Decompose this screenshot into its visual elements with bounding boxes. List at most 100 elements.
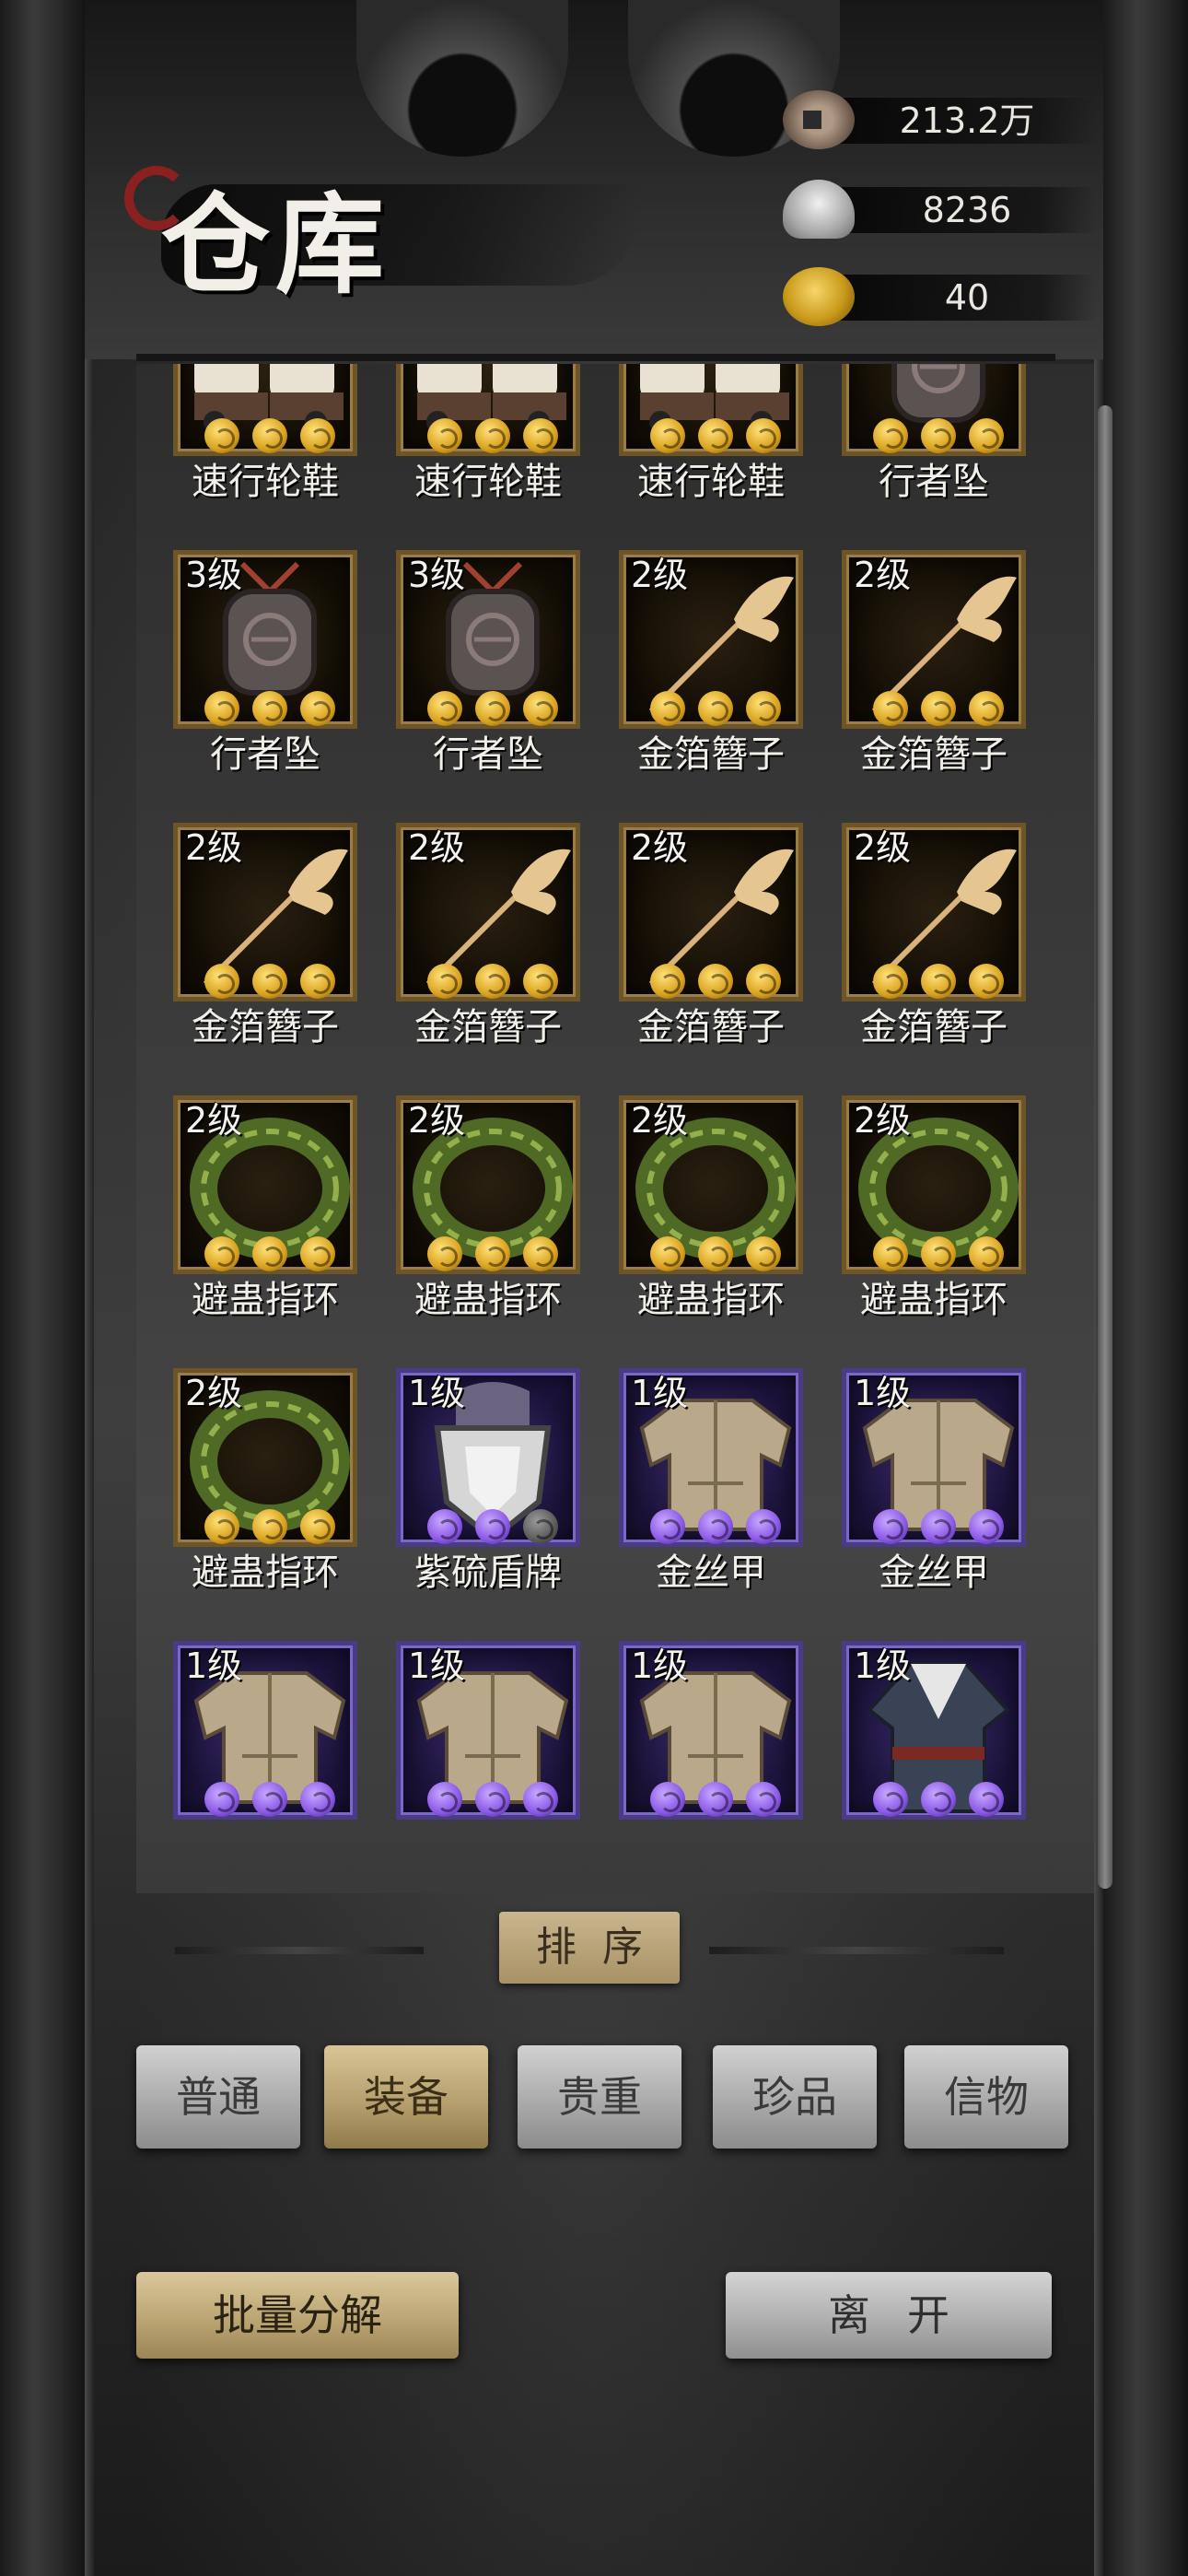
star-icon (873, 964, 908, 999)
star-icon (300, 1509, 335, 1544)
scrollbar[interactable] (1098, 405, 1112, 1889)
inventory-item[interactable]: 2级 避蛊指环 (173, 1368, 376, 1639)
item-stars (178, 1236, 362, 1277)
item-frame: 2级 (173, 823, 357, 1001)
item-stars (401, 691, 585, 732)
item-stars (623, 964, 808, 1004)
item-frame: 1级 (173, 1641, 357, 1820)
item-frame: 2级 (396, 1095, 580, 1274)
item-frame: 2级 (842, 823, 1026, 1001)
left-pillar (0, 0, 85, 2576)
inventory-item[interactable]: 2级速行轮鞋 (173, 364, 376, 548)
page-title: 仓库 (161, 181, 390, 309)
star-icon (252, 1509, 287, 1544)
tab-equipment[interactable]: 装备 (324, 2045, 488, 2149)
star-icon (746, 691, 781, 726)
item-stars (401, 1509, 585, 1550)
tab-valuables[interactable]: 贵重 (518, 2045, 681, 2149)
item-name: 金箔簪子 (860, 1006, 1007, 1048)
star-icon (698, 691, 733, 726)
tab-normal[interactable]: 普通 (136, 2045, 300, 2149)
star-icon (698, 418, 733, 453)
star-icon (427, 1236, 462, 1271)
title-area: 仓库 (124, 157, 640, 309)
item-stars (846, 418, 1031, 459)
item-frame: 2级 (619, 550, 803, 729)
inventory-item[interactable]: 3级行者坠 (173, 550, 376, 821)
item-level: 1级 (185, 1645, 243, 1686)
inventory-item[interactable]: 2级速行轮鞋 (396, 364, 599, 548)
divider-line (175, 1947, 424, 1954)
inventory-item[interactable]: 2级金箔簪子 (842, 823, 1044, 1094)
sort-row: 排序 (175, 1912, 1004, 1985)
inventory-item[interactable]: 2级 避蛊指环 (842, 1095, 1044, 1366)
inventory-item[interactable]: 3级行者坠 (396, 550, 599, 821)
scrollbar-thumb[interactable] (1098, 405, 1112, 1889)
item-name: 行者坠 (433, 733, 543, 776)
star-icon (650, 964, 685, 999)
star-icon (252, 1236, 287, 1271)
item-level: 3级 (408, 555, 466, 595)
star-icon (746, 964, 781, 999)
item-stars (401, 1782, 585, 1822)
inventory-item[interactable]: 3级行者坠 (842, 364, 1044, 548)
star-icon (475, 964, 510, 999)
star-icon (204, 1782, 239, 1817)
item-level: 2级 (408, 827, 466, 868)
item-stars (623, 418, 808, 459)
item-name: 避蛊指环 (192, 1279, 339, 1321)
inventory-item[interactable]: 1级 (173, 1641, 376, 1875)
currency-silver: 8236 (783, 180, 1096, 239)
item-stars (178, 691, 362, 732)
item-stars (623, 1509, 808, 1550)
star-icon (650, 1509, 685, 1544)
inventory-item[interactable]: 2级速行轮鞋 (619, 364, 821, 548)
currency-gold: 40 (783, 267, 1096, 326)
inventory-item[interactable]: 1级 (396, 1641, 599, 1875)
item-level: 2级 (185, 1373, 243, 1413)
item-name: 金丝甲 (656, 1551, 766, 1594)
star-icon (300, 1782, 335, 1817)
inventory-item[interactable]: 1级 金丝甲 (842, 1368, 1044, 1639)
item-stars (401, 1236, 585, 1277)
currency-value: 8236 (922, 190, 1012, 230)
inventory-item[interactable]: 1级 (842, 1641, 1044, 1875)
leave-button[interactable]: 离开 (726, 2272, 1052, 2359)
right-pillar (1103, 0, 1188, 2576)
inventory-item[interactable]: 2级金箔簪子 (173, 823, 376, 1094)
sort-button[interactable]: 排序 (499, 1912, 680, 1984)
inventory-item[interactable]: 2级 避蛊指环 (173, 1095, 376, 1366)
star-icon (475, 1509, 510, 1544)
star-icon (300, 964, 335, 999)
star-icon (523, 1236, 558, 1271)
inventory-item[interactable]: 1级 (619, 1641, 821, 1875)
inventory-item[interactable]: 2级 避蛊指环 (619, 1095, 821, 1366)
inventory-item[interactable]: 2级 金箔簪子 (619, 823, 821, 1094)
star-icon (698, 1509, 733, 1544)
star-icon (204, 1236, 239, 1271)
tab-tokens[interactable]: 信物 (904, 2045, 1068, 2149)
batch-decompose-button[interactable]: 批量分解 (136, 2272, 459, 2359)
inventory-item[interactable]: 1级 紫硫盾牌 (396, 1368, 599, 1639)
item-name: 速行轮鞋 (192, 461, 339, 503)
item-level: 2级 (631, 827, 689, 868)
star-icon (204, 1509, 239, 1544)
item-frame: 3级 (842, 364, 1026, 456)
star-icon (873, 1236, 908, 1271)
star-icon (698, 1236, 733, 1271)
item-frame: 2级 (619, 823, 803, 1001)
item-frame: 3级 (396, 550, 580, 729)
item-name: 金箔簪子 (192, 1006, 339, 1048)
inventory-item[interactable]: 2级 金箔簪子 (842, 550, 1044, 821)
star-icon (252, 691, 287, 726)
star-icon (650, 1236, 685, 1271)
inventory-item[interactable]: 2级 避蛊指环 (396, 1095, 599, 1366)
inventory-item[interactable]: 2级 金箔簪子 (619, 550, 821, 821)
tab-treasures[interactable]: 珍品 (713, 2045, 877, 2149)
star-icon (873, 691, 908, 726)
star-icon (475, 1782, 510, 1817)
item-level: 2级 (631, 555, 689, 595)
item-level: 1级 (631, 1373, 689, 1413)
inventory-item[interactable]: 2级 金箔簪子 (396, 823, 599, 1094)
inventory-item[interactable]: 1级金丝甲 (619, 1368, 821, 1639)
